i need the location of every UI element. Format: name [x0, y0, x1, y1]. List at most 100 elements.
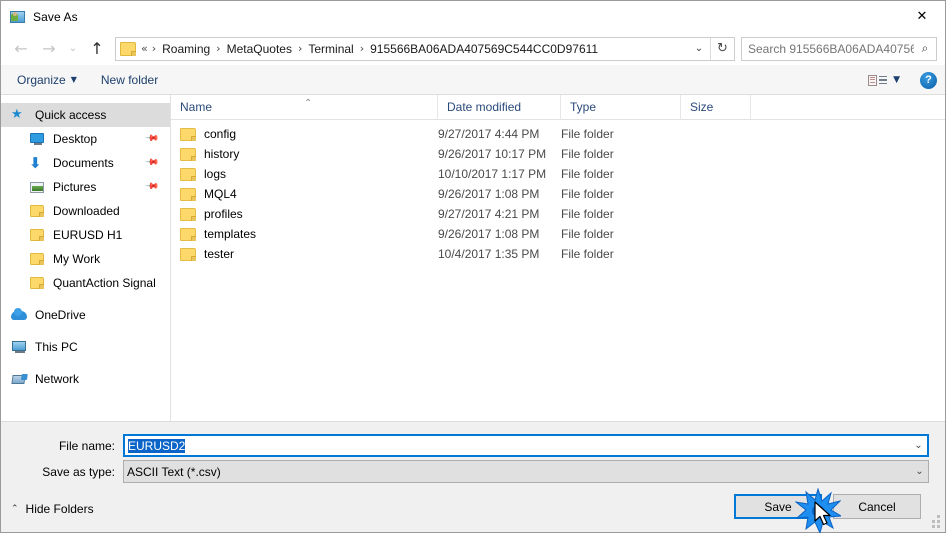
- breadcrumb-item-terminal-id[interactable]: 915566BA06ADA407569C544CC0D97611: [366, 40, 602, 58]
- search-box[interactable]: ⌕: [741, 36, 937, 61]
- pin-icon: 📌: [144, 155, 160, 171]
- view-options-icon[interactable]: [863, 69, 891, 91]
- save-as-type-label: Save as type:: [42, 464, 115, 479]
- chevron-down-icon[interactable]: ⌄: [910, 440, 927, 451]
- sidebar-item-pictures[interactable]: Pictures 📌: [1, 175, 170, 199]
- file-date-cell: 10/4/2017 1:35 PM: [438, 247, 540, 261]
- sidebar-item-documents[interactable]: ⬇ Documents 📌: [1, 151, 170, 175]
- breadcrumb-overflow[interactable]: «: [139, 42, 150, 55]
- file-name-label: logs: [204, 167, 227, 181]
- resize-grip[interactable]: [928, 515, 940, 528]
- hide-folders-button[interactable]: ⌃ Hide Folders: [11, 502, 94, 516]
- file-name-input[interactable]: EURUSD2 ⌄: [123, 434, 929, 457]
- save-as-type-value: ASCII Text (*.csv): [127, 464, 221, 479]
- breadcrumb-separator: ›: [297, 42, 303, 55]
- table-row[interactable]: tester 10/4/2017 1:35 PM File folder: [171, 244, 945, 264]
- chevron-down-icon[interactable]: ⌄: [688, 38, 710, 60]
- cancel-button[interactable]: Cancel: [833, 494, 921, 519]
- breadcrumb-separator: ›: [216, 42, 221, 55]
- sidebar-item-my-work[interactable]: My Work: [1, 247, 170, 271]
- toolbar-right-group: ▼ ?: [863, 65, 937, 95]
- breadcrumb-item-metaquotes[interactable]: MetaQuotes: [223, 40, 296, 58]
- download-icon: ⬇: [29, 154, 42, 172]
- file-name-cell: config: [171, 127, 438, 141]
- sidebar-item-quantaction-signal[interactable]: QuantAction Signal: [1, 271, 170, 295]
- organize-label: Organize: [17, 72, 66, 87]
- sidebar-item-label: QuantAction Signal: [53, 276, 156, 290]
- address-bar[interactable]: « › Roaming › MetaQuotes › Terminal › 91…: [115, 36, 735, 61]
- file-name-value-wrap: EURUSD2: [125, 438, 910, 453]
- table-row[interactable]: templates 9/26/2017 1:08 PM File folder: [171, 224, 945, 244]
- column-label: Name: [180, 99, 213, 114]
- file-type-cell: File folder: [561, 127, 614, 141]
- file-date-cell: 9/27/2017 4:44 PM: [438, 127, 540, 141]
- sidebar-item-desktop[interactable]: Desktop 📌: [1, 127, 170, 151]
- window-title: Save As: [33, 9, 78, 24]
- chevron-up-icon: ⌃: [11, 504, 19, 514]
- organize-button[interactable]: Organize ▼: [9, 70, 85, 90]
- hide-folders-label: Hide Folders: [25, 502, 94, 516]
- sidebar-item-this-pc[interactable]: This PC: [1, 335, 170, 359]
- file-name-cell: logs: [171, 167, 438, 181]
- file-name-label: templates: [204, 227, 257, 241]
- breadcrumb-item-roaming[interactable]: Roaming: [158, 40, 214, 58]
- file-date-cell: 9/26/2017 10:17 PM: [438, 147, 547, 161]
- folder-icon: [180, 127, 196, 141]
- sidebar-item-network[interactable]: Network: [1, 367, 170, 391]
- sort-ascending-icon: ⌃: [304, 97, 313, 109]
- folder-icon: [180, 187, 196, 201]
- dialog-body: ★ Quick access Desktop 📌 ⬇ Documents 📌 P…: [1, 94, 945, 421]
- table-row[interactable]: profiles 9/27/2017 4:21 PM File folder: [171, 204, 945, 224]
- breadcrumb: « › Roaming › MetaQuotes › Terminal › 91…: [139, 40, 688, 58]
- file-name-cell: tester: [171, 247, 438, 261]
- breadcrumb-separator: ›: [359, 42, 365, 55]
- file-name-cell: history: [171, 147, 438, 161]
- sidebar-item-label: Network: [35, 372, 80, 386]
- column-header-name[interactable]: ⌃ Name: [171, 94, 438, 120]
- search-input[interactable]: [742, 41, 914, 56]
- search-icon: ⌕: [921, 41, 929, 55]
- column-header-size[interactable]: Size: [681, 94, 751, 120]
- sidebar-item-onedrive[interactable]: OneDrive: [1, 303, 170, 327]
- chevron-down-icon[interactable]: ▼: [893, 75, 904, 85]
- close-icon[interactable]: ✕: [899, 1, 945, 32]
- save-button[interactable]: Save: [734, 494, 822, 519]
- dialog-footer: ⌃ Hide Folders Save Cancel: [1, 486, 945, 532]
- breadcrumb-item-terminal[interactable]: Terminal: [304, 40, 357, 58]
- file-type-cell: File folder: [561, 167, 614, 181]
- command-toolbar: Organize ▼ New folder ▼ ?: [1, 65, 945, 95]
- column-header-type[interactable]: Type: [561, 94, 681, 120]
- up-button[interactable]: ↑: [83, 36, 111, 62]
- save-as-type-select[interactable]: ASCII Text (*.csv) ⌄: [123, 460, 929, 483]
- back-button[interactable]: ←: [7, 36, 35, 62]
- pin-icon: 📌: [144, 131, 160, 147]
- sidebar-item-label: OneDrive: [35, 308, 86, 322]
- sidebar-item-quick-access[interactable]: ★ Quick access: [1, 103, 170, 127]
- breadcrumb-separator: ›: [151, 42, 157, 55]
- file-name-label: config: [204, 127, 237, 141]
- table-row[interactable]: history 9/26/2017 10:17 PM File folder: [171, 144, 945, 164]
- table-row[interactable]: logs 10/10/2017 1:17 PM File folder: [171, 164, 945, 184]
- sidebar-item-label: Documents: [53, 156, 114, 170]
- new-folder-button[interactable]: New folder: [93, 70, 166, 90]
- column-header-date-modified[interactable]: Date modified: [438, 94, 561, 120]
- file-name-row: File name: EURUSD2 ⌄: [1, 434, 945, 457]
- recent-locations-button[interactable]: ⌄: [63, 36, 83, 62]
- chevron-down-icon[interactable]: ⌄: [911, 466, 928, 477]
- file-name-label: File name:: [58, 438, 115, 453]
- save-form: File name: EURUSD2 ⌄ Save as type: ASCII…: [1, 421, 945, 486]
- table-row[interactable]: config 9/27/2017 4:44 PM File folder: [171, 124, 945, 144]
- file-name-cell: templates: [171, 227, 438, 241]
- column-header-row: ⌃ Name Date modified Type Size: [171, 94, 945, 120]
- help-button[interactable]: ?: [920, 71, 937, 89]
- file-list-pane: ⌃ Name Date modified Type Size config 9/…: [171, 94, 945, 421]
- file-type-cell: File folder: [561, 247, 614, 261]
- sidebar-item-downloaded[interactable]: Downloaded: [1, 199, 170, 223]
- footer-buttons: Save Cancel: [734, 494, 921, 519]
- table-row[interactable]: MQL4 9/26/2017 1:08 PM File folder: [171, 184, 945, 204]
- file-type-cell: File folder: [561, 187, 614, 201]
- file-name-label: tester: [204, 247, 235, 261]
- sidebar-item-eurusd-h1[interactable]: EURUSD H1: [1, 223, 170, 247]
- forward-button[interactable]: →: [35, 36, 63, 62]
- refresh-icon[interactable]: ↻: [710, 37, 734, 60]
